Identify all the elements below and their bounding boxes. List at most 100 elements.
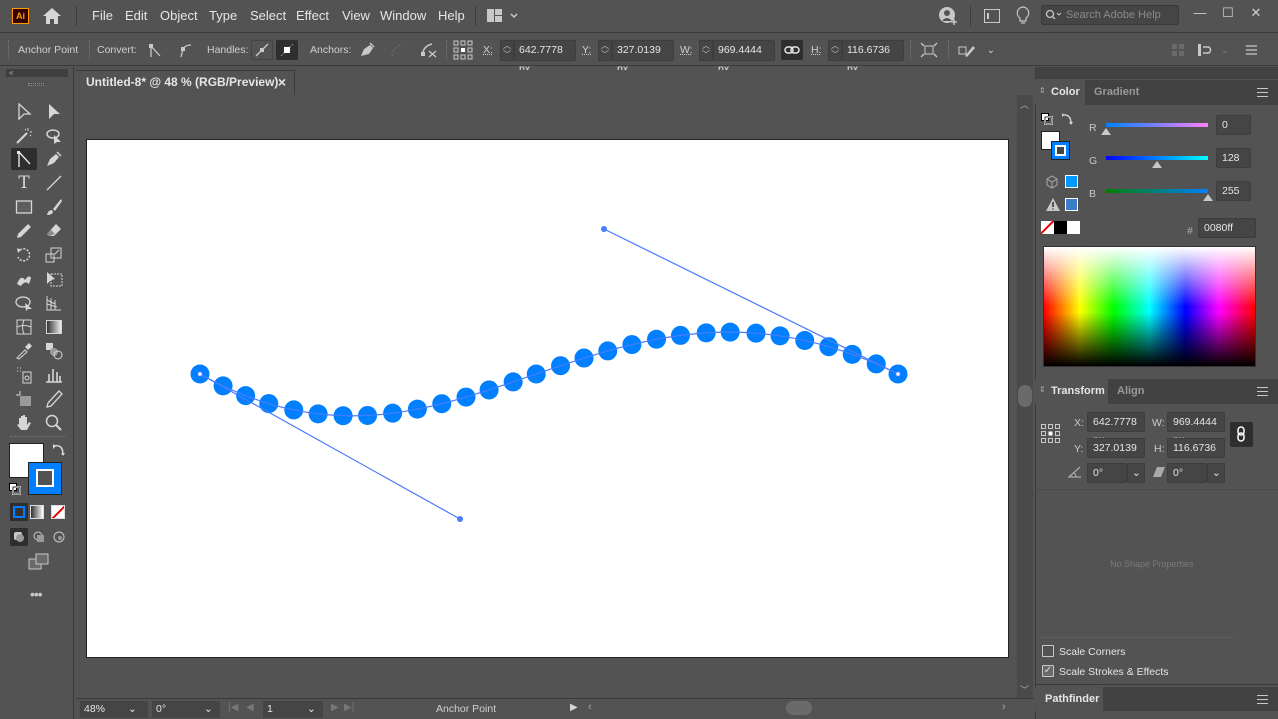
g-slider-track[interactable] <box>1106 156 1208 160</box>
scale-strokes-effects-checkbox[interactable]: ✓ <box>1042 665 1054 677</box>
paintbrush-tool-icon[interactable] <box>41 196 67 218</box>
menu-help[interactable]: Help <box>438 8 465 23</box>
b-slider-thumb[interactable] <box>1203 194 1213 201</box>
draw-behind-icon[interactable] <box>30 528 48 546</box>
scale-tool-icon[interactable] <box>41 244 67 266</box>
distribute-chevron-icon[interactable]: ⌄ <box>1214 40 1236 60</box>
lasso-tool-icon[interactable] <box>41 125 67 147</box>
transform-w-field[interactable]: 969.4444 px <box>1167 412 1225 446</box>
hand-tool-icon[interactable] <box>11 412 37 434</box>
transform-y-field[interactable]: 327.0139 px <box>1087 438 1145 472</box>
scroll-right-icon[interactable]: › <box>1002 701 1006 713</box>
anchor-point-tool-icon[interactable] <box>11 148 37 170</box>
b-slider-track[interactable] <box>1106 189 1208 193</box>
selected-path[interactable] <box>199 331 899 417</box>
zoom-tool-icon[interactable] <box>41 412 67 434</box>
edit-toolbar-more-icon[interactable]: ••• <box>30 586 48 602</box>
constrain-proportions-link-icon[interactable] <box>781 40 803 60</box>
scale-corners-checkbox[interactable] <box>1042 645 1054 657</box>
rotate-angle-dropdown-icon[interactable]: ⌄ <box>1127 463 1145 483</box>
hex-value-field[interactable]: 0080ff <box>1198 218 1256 238</box>
scroll-down-icon[interactable]: ﹀ <box>1020 683 1029 696</box>
chevron-down-icon[interactable]: ⌄ <box>980 40 1002 60</box>
default-colors-icon[interactable] <box>1041 113 1053 125</box>
show-handles-icon[interactable] <box>251 40 273 60</box>
remove-anchor-icon[interactable] <box>356 40 378 60</box>
zoom-level-field[interactable]: 48% <box>80 701 120 718</box>
close-window-button[interactable]: ✕ <box>1245 4 1267 24</box>
panel-collapse-icon[interactable]: ⇕ <box>1039 86 1046 95</box>
h-stepper[interactable]: ︿ ﹀ <box>828 40 842 61</box>
menu-window[interactable]: Window <box>380 8 426 23</box>
home-icon[interactable] <box>42 7 62 25</box>
w-field[interactable]: 969.4444 px <box>713 40 775 75</box>
collapse-toolbar-button[interactable]: « <box>6 69 68 77</box>
pattern-brush-dots[interactable] <box>190 322 908 426</box>
swap-fill-stroke-icon[interactable] <box>52 443 66 457</box>
pathfinder-panel-menu-icon[interactable] <box>1257 695 1268 704</box>
artboard-number-field[interactable]: 1 <box>263 701 299 718</box>
x-field[interactable]: 642.7778 px <box>514 40 576 75</box>
horizontal-scroll-thumb[interactable] <box>786 701 812 715</box>
magic-wand-tool-icon[interactable] <box>11 125 37 147</box>
eraser-tool-icon[interactable] <box>41 220 67 242</box>
symbol-sprayer-tool-icon[interactable] <box>11 364 37 386</box>
none-color-swatch[interactable] <box>1041 221 1054 234</box>
gamut-color-swatch[interactable] <box>1065 198 1078 211</box>
h-field[interactable]: 116.6736 px <box>842 40 904 75</box>
menu-edit[interactable]: Edit <box>125 8 147 23</box>
tab-transform[interactable]: Transform <box>1035 379 1108 404</box>
gradient-tool-icon[interactable] <box>41 316 67 338</box>
puppet-warp-tool-icon[interactable] <box>11 268 37 290</box>
cut-path-icon[interactable] <box>418 40 440 60</box>
transform-panel-menu-icon[interactable] <box>1257 387 1268 396</box>
x-stepper[interactable]: ︿ ﹀ <box>500 40 514 61</box>
distribute-icon[interactable] <box>1194 40 1216 60</box>
anchor-point-start[interactable] <box>197 371 203 377</box>
pencil-tool-icon[interactable] <box>11 220 37 242</box>
w-stepper[interactable]: ︿ ﹀ <box>699 40 713 61</box>
artwork[interactable] <box>87 140 1010 659</box>
mesh-tool-icon[interactable] <box>11 316 37 338</box>
tab-align[interactable]: Align <box>1108 379 1151 404</box>
column-graph-tool-icon[interactable] <box>41 364 67 386</box>
rotate-angle-field[interactable]: 0° <box>1087 463 1127 483</box>
artboard-tool-icon[interactable] <box>11 388 37 410</box>
direction-handle-end[interactable] <box>601 226 607 232</box>
discover-lightbulb-icon[interactable] <box>1016 6 1030 26</box>
b-value-field[interactable]: 255 <box>1216 181 1251 201</box>
pen-tool-icon[interactable] <box>41 148 67 170</box>
shear-angle-field[interactable]: 0° <box>1167 463 1207 483</box>
menu-file[interactable]: File <box>92 8 113 23</box>
vertical-scrollbar[interactable]: ︿ ﹀ <box>1017 95 1033 698</box>
menu-object[interactable]: Object <box>160 8 198 23</box>
color-panel-stroke-swatch[interactable] <box>1051 141 1070 160</box>
user-add-icon[interactable] <box>938 6 958 26</box>
direct-selection-tool-icon[interactable] <box>41 101 67 123</box>
transform-h-field[interactable]: 116.6736 px <box>1167 438 1225 472</box>
anchor-point-end[interactable] <box>895 371 901 377</box>
constrain-width-height-link-icon[interactable] <box>1230 422 1253 447</box>
menu-effect[interactable]: Effect <box>296 8 329 23</box>
draw-inside-icon[interactable] <box>50 528 68 546</box>
scroll-up-icon[interactable]: ︿ <box>1020 98 1029 111</box>
type-tool-icon[interactable]: T <box>11 172 37 194</box>
menu-view[interactable]: View <box>342 8 370 23</box>
black-color-swatch[interactable] <box>1054 221 1067 234</box>
reference-point-icon[interactable] <box>452 40 474 60</box>
tab-pathfinder[interactable]: Pathfinder <box>1035 687 1103 711</box>
vertical-scroll-thumb[interactable] <box>1018 385 1032 407</box>
r-value-field[interactable]: 0 <box>1216 115 1251 135</box>
zoom-dropdown-icon[interactable]: ⌄ <box>120 701 148 718</box>
none-mode-button[interactable] <box>51 505 65 519</box>
default-fill-stroke-icon[interactable] <box>9 483 21 495</box>
gradient-mode-button[interactable] <box>30 505 44 519</box>
scroll-left-icon[interactable]: ‹ <box>588 701 592 713</box>
r-slider-track[interactable] <box>1106 123 1208 127</box>
rotation-dropdown-icon[interactable]: ⌄ <box>196 701 220 718</box>
transform-reference-point-icon[interactable] <box>1041 424 1060 443</box>
document-tab[interactable]: Untitled-8* @ 48 % (RGB/Preview) × <box>76 70 295 95</box>
transform-collapse-icon[interactable]: ⇕ <box>1039 385 1046 394</box>
rectangle-tool-icon[interactable] <box>11 196 37 218</box>
y-stepper[interactable]: ︿ ﹀ <box>598 40 612 61</box>
